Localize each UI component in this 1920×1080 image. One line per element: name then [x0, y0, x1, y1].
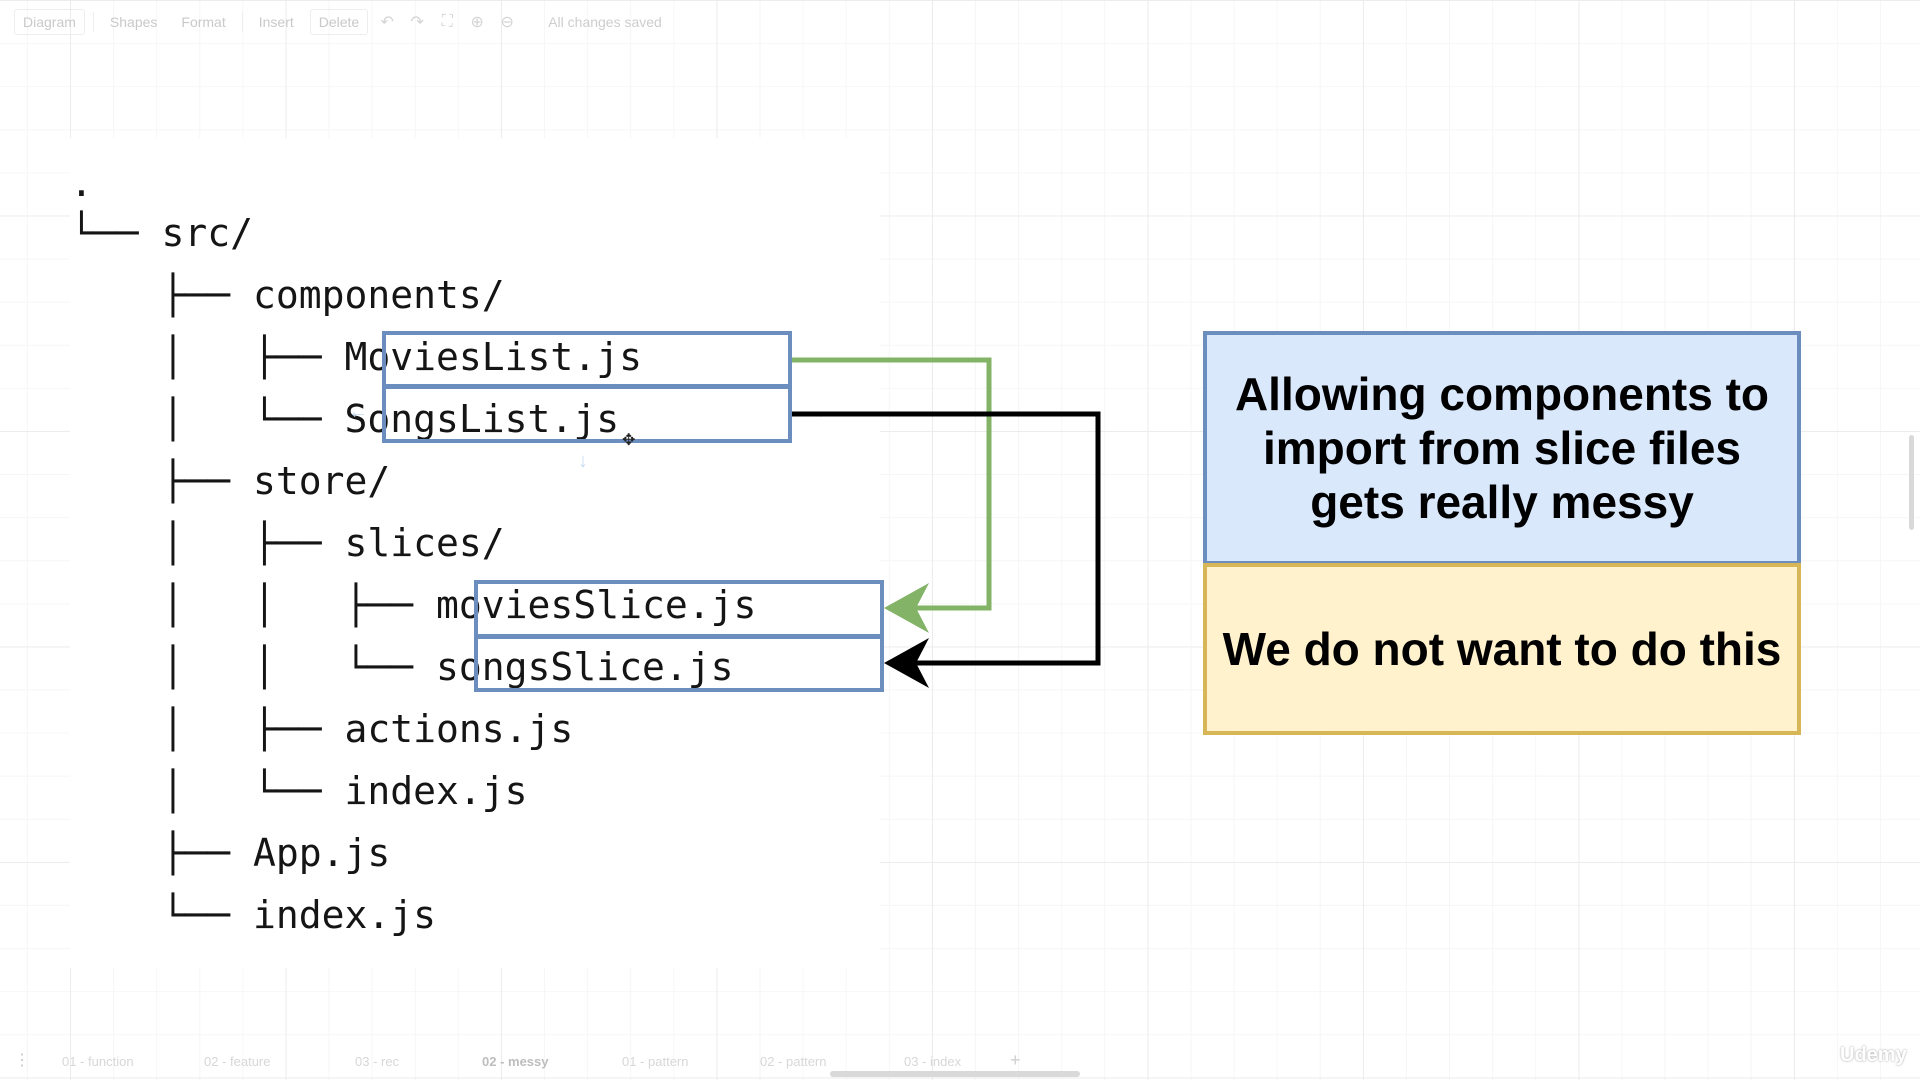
undo-icon[interactable]: ↶ — [376, 12, 398, 32]
tab-02-messy[interactable]: 02 - messy — [482, 1054, 549, 1069]
tab-02-pattern[interactable]: 02 - pattern — [760, 1054, 827, 1069]
fullscreen-icon[interactable]: ⛶ — [436, 13, 458, 31]
tree-line: │ └── index.js — [70, 769, 528, 813]
save-status: All changes saved — [548, 14, 662, 30]
tree-line: └── index.js — [70, 893, 437, 937]
songsslice-highlight-box[interactable] — [474, 635, 884, 692]
vertical-scrollbar[interactable] — [1909, 435, 1914, 530]
insert-button[interactable]: Insert — [251, 10, 302, 34]
messy-warning-note[interactable]: Allowing components to import from slice… — [1203, 331, 1801, 565]
diagram-menu[interactable]: Diagram — [14, 9, 85, 35]
tree-line: ├── store/ — [70, 459, 391, 503]
do-not-do-note[interactable]: We do not want to do this — [1203, 563, 1801, 735]
moviesslice-highlight-box[interactable] — [474, 580, 884, 638]
tree-line: └── src/ — [70, 211, 254, 255]
shapes-button[interactable]: Shapes — [102, 10, 165, 34]
guide-arrow-down-icon[interactable]: ↓ — [578, 450, 588, 473]
add-page-icon[interactable]: + — [1010, 1050, 1021, 1071]
tab-03-index[interactable]: 03 - index — [904, 1054, 961, 1069]
tree-line: . — [70, 161, 93, 205]
udemy-watermark: Udemy — [1840, 1044, 1907, 1066]
guide-arrow-left-icon[interactable]: ← — [348, 401, 368, 424]
zoom-out-icon[interactable]: ⊖ — [496, 12, 518, 32]
toolbar-divider — [241, 12, 243, 32]
tab-01-function[interactable]: 01 - function — [62, 1054, 134, 1069]
format-button[interactable]: Format — [173, 10, 233, 34]
pages-menu-icon[interactable]: ⋮ — [14, 1050, 30, 1070]
tree-line: │ ├── slices/ — [70, 521, 505, 565]
guide-arrow-right-icon[interactable]: → — [808, 401, 828, 424]
move-cursor-icon: ✥ — [622, 432, 636, 449]
tab-01-pattern[interactable]: 01 - pattern — [622, 1054, 689, 1069]
toolbar: Diagram Shapes Format Insert Delete ↶ ↷ … — [0, 0, 1920, 44]
tree-line: │ ├── actions.js — [70, 707, 574, 751]
redo-icon[interactable]: ↷ — [406, 12, 428, 32]
horizontal-scrollbar[interactable] — [830, 1071, 1080, 1077]
songslist-highlight-box[interactable] — [382, 385, 792, 443]
tree-line: ├── App.js — [70, 831, 391, 875]
toolbar-divider — [92, 12, 94, 32]
folder-tree-image[interactable]: . └── src/ ├── components/ │ ├── MoviesL… — [70, 138, 880, 968]
tree-line: ├── components/ — [70, 273, 505, 317]
tab-03-rec[interactable]: 03 - rec — [355, 1054, 399, 1069]
delete-button[interactable]: Delete — [309, 9, 369, 35]
tab-02-feature[interactable]: 02 - feature — [204, 1054, 271, 1069]
zoom-in-icon[interactable]: ⊕ — [466, 12, 488, 32]
movieslist-highlight-box[interactable] — [382, 331, 792, 388]
